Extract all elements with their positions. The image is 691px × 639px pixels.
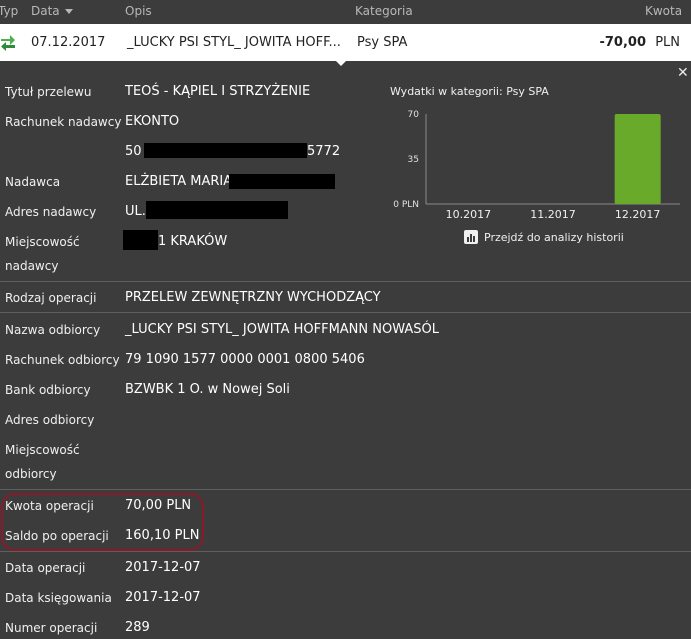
- x-tick-label: 11.2017: [530, 208, 576, 221]
- transaction-amount: -70,00: [599, 35, 646, 50]
- transaction-description: _LUCKY PSI STYL_ JOWITA HOFF...: [127, 35, 341, 50]
- column-date-label: Data: [31, 4, 60, 18]
- recipient-address-label: Adres odbiorcy: [5, 413, 95, 427]
- recipient-account-label: Rachunek odbiorcy: [5, 353, 120, 367]
- category-spending-chart: 70 35 0 PLN 10.2017 11.2017 12.2017: [393, 110, 680, 221]
- table-header: Typ Data Opis Kategoria Kwota: [0, 0, 691, 24]
- divider: [0, 489, 691, 490]
- close-icon[interactable]: ✕: [677, 65, 689, 81]
- bar: [614, 114, 661, 204]
- sender-account-name: EKONTO: [125, 114, 180, 129]
- operation-number-label: Numer operacji: [5, 621, 98, 635]
- bar-chart-icon: [464, 230, 478, 244]
- column-amount[interactable]: Kwota: [645, 4, 682, 18]
- column-date[interactable]: Data: [31, 4, 73, 18]
- history-analysis-link[interactable]: Przejdź do analizy historii: [464, 230, 624, 244]
- sort-down-icon: [64, 9, 73, 14]
- recipient-account-value: 79 1090 1577 0000 0001 0800 5406: [125, 352, 365, 367]
- transaction-date: 07.12.2017: [31, 35, 106, 50]
- sender-city-label: Miejscowość: [5, 235, 80, 249]
- x-tick-label: 12.2017: [615, 208, 661, 221]
- sender-city-value: 1 KRAKÓW: [158, 234, 228, 249]
- recipient-name-label: Nazwa odbiorcy: [5, 323, 101, 337]
- y-tick-label: 70: [408, 110, 420, 120]
- transfer-icon: [1, 35, 15, 51]
- title-label: Tytuł przelewu: [5, 85, 92, 99]
- redaction: [146, 201, 288, 219]
- operation-type-value: PRZELEW ZEWNĘTRZNY WYCHODZĄCY: [125, 290, 381, 305]
- row-pointer: [335, 60, 347, 66]
- column-category[interactable]: Kategoria: [355, 4, 413, 18]
- recipient-bank-label: Bank odbiorcy: [5, 383, 91, 397]
- y-tick-label: 35: [408, 155, 419, 165]
- redaction: [123, 230, 158, 250]
- chart-title: Wydatki w kategorii: Psy SPA: [390, 85, 549, 98]
- divider: [0, 312, 691, 313]
- redaction: [144, 143, 307, 158]
- sender-account-label: Rachunek nadawcy: [5, 115, 122, 129]
- recipient-bank-value: BZWBK 1 O. w Nowej Soli: [125, 382, 290, 397]
- sender-account-suffix: 5772: [307, 144, 341, 159]
- history-analysis-label: Przejdź do analizy historii: [484, 231, 624, 244]
- operation-number-value: 289: [125, 620, 150, 635]
- operation-date-label: Data operacji: [5, 561, 86, 575]
- title-value: TEOŚ - KĄPIEL I STRZYŻENIE: [125, 84, 311, 99]
- transaction-category[interactable]: Psy SPA: [357, 35, 407, 50]
- sender-address-label: Adres nadawcy: [5, 205, 97, 219]
- booking-date-value: 2017-12-07: [125, 590, 201, 605]
- recipient-city-label-2: odbiorcy: [5, 467, 57, 481]
- booking-date-label: Data księgowania: [5, 591, 112, 605]
- transaction-currency: PLN: [655, 35, 680, 50]
- divider: [0, 281, 691, 282]
- highlight-circle: [1, 493, 204, 551]
- recipient-name-value: _LUCKY PSI STYL_ JOWITA HOFFMANN NOWASÓL: [125, 322, 439, 337]
- recipient-city-label: Miejscowość: [5, 443, 80, 457]
- redaction: [229, 174, 335, 189]
- operation-date-value: 2017-12-07: [125, 560, 201, 575]
- x-tick-label: 10.2017: [446, 208, 492, 221]
- sender-label: Nadawca: [5, 175, 61, 189]
- transaction-row[interactable]: 07.12.2017 _LUCKY PSI STYL_ JOWITA HOFF.…: [0, 24, 691, 61]
- column-type: Typ: [0, 4, 19, 18]
- sender-account-prefix: 50: [125, 144, 142, 159]
- sender-value: ELŻBIETA MARIA I: [125, 174, 241, 189]
- divider: [0, 551, 691, 552]
- y-tick-label: 0 PLN: [393, 200, 419, 210]
- column-description[interactable]: Opis: [125, 4, 152, 18]
- sender-city-label-2: nadawcy: [5, 259, 59, 273]
- operation-type-label: Rodzaj operacji: [5, 291, 97, 305]
